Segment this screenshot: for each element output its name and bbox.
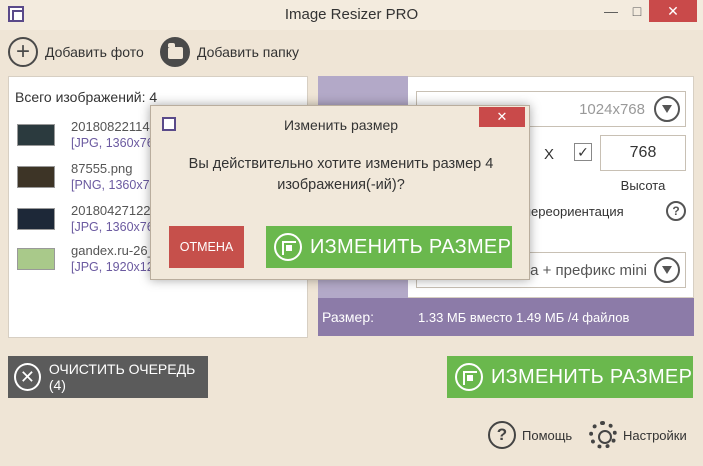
confirm-resize-label: ИЗМЕНИТЬ РАЗМЕР: [310, 235, 512, 258]
title-bar: Image Resizer PRO — □ ✕: [0, 0, 703, 30]
file-name: 20180427122: [71, 203, 151, 218]
height-label: Высота: [620, 178, 666, 193]
thumbnail-image: [17, 124, 55, 146]
file-name: gandex.ru-26_: [71, 243, 155, 258]
thumbnail-image: [17, 248, 55, 270]
clear-queue-label: ОЧИСТИТЬ ОЧЕРЕДЬ (4): [48, 361, 196, 393]
dialog-message-line-2: изображения(-ий)?: [277, 177, 405, 193]
confirm-resize-dialog: Изменить размер ✕ Вы действительно хотит…: [150, 105, 530, 280]
add-photo-label: Добавить фото: [45, 44, 144, 60]
orientation-label: переориентация: [524, 204, 624, 219]
size-label: Размер:: [322, 309, 375, 325]
add-folder-label: Добавить папку: [197, 44, 299, 60]
resize-label: ИЗМЕНИТЬ РАЗМЕР: [491, 365, 693, 388]
cancel-button[interactable]: ОТМЕНА: [169, 226, 244, 268]
height-input[interactable]: 768: [600, 135, 686, 171]
dialog-title: Изменить размер: [283, 117, 399, 133]
help-icon: ?: [488, 421, 516, 449]
total-images-label: Всего изображений: 4: [15, 89, 158, 105]
chevron-down-icon[interactable]: [654, 257, 680, 283]
chevron-down-icon[interactable]: [654, 96, 680, 122]
preset-value: 1024x768: [579, 101, 645, 118]
resize-icon: [274, 233, 302, 261]
settings-link[interactable]: Настройки: [589, 420, 687, 450]
minimize-button[interactable]: —: [597, 0, 625, 22]
dimension-separator: X: [544, 146, 555, 163]
file-name: 87555.png: [71, 161, 133, 176]
dialog-message: Вы действительно хотите изменить размер …: [161, 154, 521, 196]
add-folder-button[interactable]: Добавить папку: [160, 36, 299, 68]
file-name: 20180822114: [71, 119, 150, 134]
thumbnail-image: [17, 166, 55, 188]
file-meta: [JPG, 1360x76: [71, 136, 154, 150]
resize-button[interactable]: ИЗМЕНИТЬ РАЗМЕР: [447, 356, 693, 398]
file-meta: [JPG, 1920x12: [71, 260, 154, 274]
size-summary-bar: Размер: 1.33 МБ вместо 1.49 МБ /4 файлов: [318, 298, 694, 336]
dialog-close-button[interactable]: ✕: [479, 107, 525, 127]
thumbnail-image: [17, 208, 55, 230]
help-link[interactable]: ? Помощь: [488, 420, 572, 450]
gear-icon: [589, 421, 617, 449]
resize-icon: [455, 363, 483, 391]
dialog-message-line-1: Вы действительно хотите изменить размер …: [188, 156, 494, 172]
file-meta: [JPG, 1360x76: [71, 220, 154, 234]
add-photo-button[interactable]: + Добавить фото: [8, 36, 144, 68]
confirm-resize-button[interactable]: ИЗМЕНИТЬ РАЗМЕР: [266, 226, 512, 268]
help-label: Помощь: [522, 427, 573, 443]
maximize-button[interactable]: □: [628, 0, 646, 22]
folder-icon: [160, 37, 190, 67]
plus-icon: +: [8, 37, 38, 67]
clear-queue-button[interactable]: ✕ ОЧИСТИТЬ ОЧЕРЕДЬ (4): [8, 356, 208, 398]
file-meta: [PNG, 1360x7: [71, 178, 150, 192]
naming-value: а + префикс mini: [530, 262, 647, 279]
close-window-button[interactable]: ✕: [649, 0, 697, 22]
question-icon[interactable]: ?: [666, 201, 686, 221]
settings-label: Настройки: [623, 427, 687, 443]
close-icon: ✕: [14, 363, 41, 391]
size-value: 1.33 МБ вместо 1.49 МБ /4 файлов: [418, 310, 630, 325]
keep-ratio-checkbox[interactable]: ✓: [574, 143, 592, 161]
